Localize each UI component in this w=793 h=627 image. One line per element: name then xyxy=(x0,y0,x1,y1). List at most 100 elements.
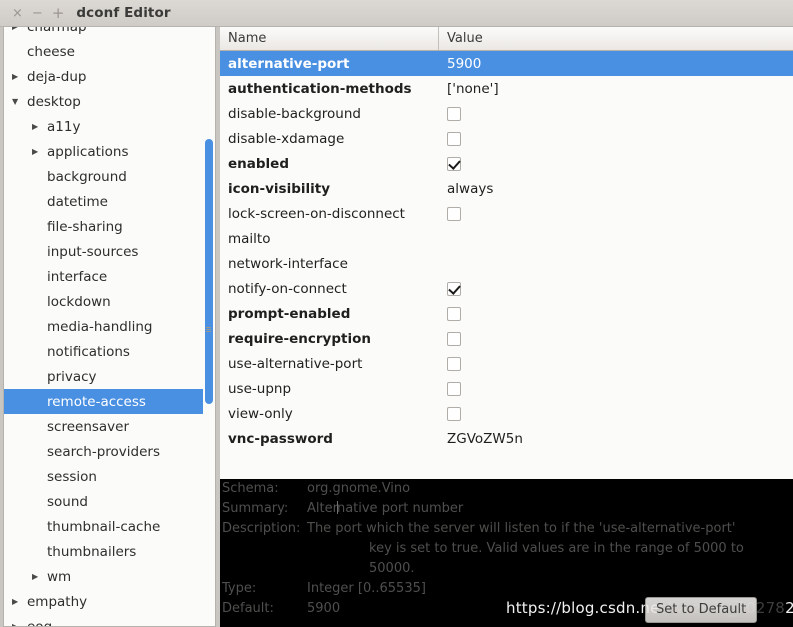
key-value-cell[interactable] xyxy=(439,356,793,371)
sidebar-item-input-sources[interactable]: input-sources xyxy=(4,239,215,264)
key-value-cell[interactable] xyxy=(439,331,793,346)
sidebar-item-empathy[interactable]: ▶ empathy xyxy=(4,589,215,614)
checkbox-checked-icon[interactable] xyxy=(447,281,461,296)
checkbox-unchecked-icon[interactable] xyxy=(447,106,461,121)
sidebar-item-label: eog xyxy=(27,618,53,627)
key-value-cell[interactable] xyxy=(439,406,793,421)
key-name-cell: vnc-password xyxy=(228,430,333,447)
sidebar-item-desktop[interactable]: ▼ desktop xyxy=(4,89,215,114)
sidebar-item-cheese[interactable]: cheese xyxy=(4,39,215,64)
sidebar-item-file-sharing[interactable]: file-sharing xyxy=(4,214,215,239)
sidebar-item-eog[interactable]: ▶ eog xyxy=(4,614,215,627)
column-header-name[interactable]: Name xyxy=(220,27,439,50)
key-name-cell: disable-background xyxy=(228,105,361,122)
table-row[interactable]: notify-on-connect xyxy=(220,276,793,301)
close-icon[interactable]: × xyxy=(12,7,23,20)
key-name-cell: use-alternative-port xyxy=(228,355,363,372)
key-value-cell[interactable]: ZGVoZW5n xyxy=(439,431,793,447)
sidebar-item-charmap[interactable]: ▶charmap xyxy=(4,27,215,39)
key-value-cell[interactable] xyxy=(439,156,793,171)
sidebar-item-label: input-sources xyxy=(47,243,139,260)
sidebar-scrollbar-thumb[interactable] xyxy=(205,139,213,404)
checkbox-unchecked-icon[interactable] xyxy=(447,131,461,146)
sidebar-item-sound[interactable]: sound xyxy=(4,489,215,514)
table-row[interactable]: icon-visibility always xyxy=(220,176,793,201)
table-row[interactable]: authentication-methods ['none'] xyxy=(220,76,793,101)
sidebar-item-a11y[interactable]: ▶ a11y xyxy=(4,114,215,139)
sidebar-item-remote-access[interactable]: remote-access xyxy=(4,389,215,414)
key-value-cell[interactable] xyxy=(439,306,793,321)
chevron-right-icon[interactable]: ▶ xyxy=(12,72,24,81)
detail-row-summary: Summary: Alternative port number xyxy=(220,499,793,519)
sidebar-item-privacy[interactable]: privacy xyxy=(4,364,215,389)
table-row[interactable]: disable-background xyxy=(220,101,793,126)
table-row[interactable]: use-alternative-port xyxy=(220,351,793,376)
key-name-cell: notify-on-connect xyxy=(228,280,347,297)
sidebar-item-label: media-handling xyxy=(47,318,153,335)
key-name-cell: network-interface xyxy=(228,255,348,272)
table-row[interactable]: use-upnp xyxy=(220,376,793,401)
sidebar-scrollbar-track[interactable] xyxy=(203,27,215,626)
chevron-right-icon[interactable]: ▶ xyxy=(32,572,44,581)
sidebar-item-lockdown[interactable]: lockdown xyxy=(4,289,215,314)
sidebar-item-label: sound xyxy=(47,493,88,510)
sidebar-item-wm[interactable]: ▶ wm xyxy=(4,564,215,589)
key-value-cell[interactable] xyxy=(439,206,793,221)
table-row[interactable]: require-encryption xyxy=(220,326,793,351)
table-row[interactable]: mailto xyxy=(220,226,793,251)
key-name-cell: lock-screen-on-disconnect xyxy=(228,205,405,222)
set-to-default-button[interactable]: Set to Default xyxy=(645,597,758,623)
maximize-icon[interactable]: + xyxy=(52,5,65,20)
key-value-cell[interactable]: 5900 xyxy=(439,56,793,72)
table-row[interactable]: network-interface xyxy=(220,251,793,276)
sidebar-item-datetime[interactable]: datetime xyxy=(4,189,215,214)
chevron-right-icon[interactable]: ▶ xyxy=(12,27,24,31)
table-body: alternative-port 5900 authentication-metho… xyxy=(220,51,793,451)
checkbox-checked-icon[interactable] xyxy=(447,156,461,171)
schema-tree-sidebar[interactable]: ▶charmapcheese▶deja-dup▼desktop▶a11y▶app… xyxy=(3,27,216,627)
column-header-value[interactable]: Value xyxy=(439,27,793,50)
sidebar-item-thumbnail-cache[interactable]: thumbnail-cache xyxy=(4,514,215,539)
sidebar-item-screensaver[interactable]: screensaver xyxy=(4,414,215,439)
minimize-icon[interactable]: − xyxy=(32,7,43,20)
sidebar-item-media-handling[interactable]: media-handling xyxy=(4,314,215,339)
key-value-cell[interactable]: ['none'] xyxy=(439,81,793,97)
key-name-cell: enabled xyxy=(228,155,289,172)
key-value-cell[interactable] xyxy=(439,106,793,121)
key-value-cell[interactable] xyxy=(439,281,793,296)
sidebar-item-thumbnailers[interactable]: thumbnailers xyxy=(4,539,215,564)
checkbox-unchecked-icon[interactable] xyxy=(447,356,461,371)
detail-row-type: Type: Integer [0..65535] xyxy=(220,579,793,599)
chevron-right-icon[interactable]: ▶ xyxy=(32,122,44,131)
sidebar-item-search-providers[interactable]: search-providers xyxy=(4,439,215,464)
key-value-cell[interactable] xyxy=(439,381,793,396)
table-row[interactable]: prompt-enabled xyxy=(220,301,793,326)
sidebar-item-notifications[interactable]: notifications xyxy=(4,339,215,364)
sidebar-item-interface[interactable]: interface xyxy=(4,264,215,289)
table-row[interactable]: vnc-password ZGVoZW5n xyxy=(220,426,793,451)
checkbox-unchecked-icon[interactable] xyxy=(447,331,461,346)
key-value-cell[interactable] xyxy=(439,131,793,146)
table-row[interactable]: disable-xdamage xyxy=(220,126,793,151)
sidebar-item-applications[interactable]: ▶ applications xyxy=(4,139,215,164)
sidebar-item-background[interactable]: background xyxy=(4,164,215,189)
sidebar-item-deja-dup[interactable]: ▶ deja-dup xyxy=(4,64,215,89)
chevron-right-icon[interactable]: ▶ xyxy=(12,597,24,606)
key-value-cell[interactable]: always xyxy=(439,181,793,197)
sidebar-item-session[interactable]: session xyxy=(4,464,215,489)
chevron-down-icon[interactable]: ▼ xyxy=(12,97,24,106)
table-row[interactable]: view-only xyxy=(220,401,793,426)
table-row[interactable]: alternative-port 5900 xyxy=(220,51,793,76)
chevron-right-icon[interactable]: ▶ xyxy=(32,147,44,156)
sidebar-item-label: thumbnailers xyxy=(47,543,137,560)
table-row[interactable]: lock-screen-on-disconnect xyxy=(220,201,793,226)
chevron-right-icon[interactable]: ▶ xyxy=(12,622,24,626)
checkbox-unchecked-icon[interactable] xyxy=(447,381,461,396)
sidebar-item-label: wm xyxy=(47,568,72,585)
checkbox-unchecked-icon[interactable] xyxy=(447,406,461,421)
checkbox-unchecked-icon[interactable] xyxy=(447,306,461,321)
table-row[interactable]: enabled xyxy=(220,151,793,176)
titlebar: × − + dconf Editor xyxy=(0,0,793,27)
sidebar-item-label: deja-dup xyxy=(27,68,87,85)
checkbox-unchecked-icon[interactable] xyxy=(447,206,461,221)
